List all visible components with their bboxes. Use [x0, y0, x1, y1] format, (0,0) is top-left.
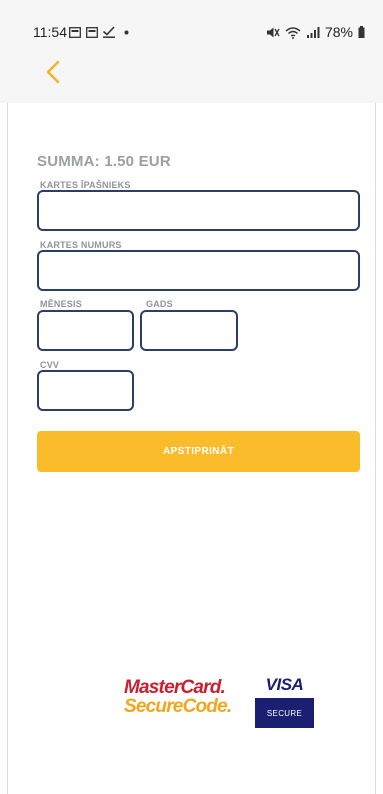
cardholder-label: KARTES ĪPAŠNIEKS: [40, 180, 131, 190]
left-frame-edge: [7, 0, 8, 794]
battery-percent: 78%: [324, 24, 353, 40]
wifi-icon: [285, 26, 301, 39]
visa-secure-badge: SECURE: [255, 698, 314, 728]
battery-icon: [358, 26, 365, 38]
top-bar: 11:54 78%: [0, 0, 383, 103]
month-input[interactable]: [37, 310, 134, 351]
status-bar: 11:54 78%: [0, 0, 383, 62]
chevron-left-icon: [46, 60, 60, 84]
month-label: MĒNESIS: [40, 299, 82, 309]
status-right-group: 78%: [266, 24, 365, 40]
status-time: 11:54: [33, 24, 67, 40]
payment-amount: SUMMA: 1.50 EUR: [37, 153, 171, 170]
card-number-input[interactable]: [37, 250, 360, 291]
confirm-button[interactable]: APSTIPRINĀT: [37, 431, 360, 472]
download-done-icon: [102, 26, 115, 38]
cvv-input[interactable]: [37, 370, 134, 411]
notification-dot-icon: [124, 30, 129, 35]
securecode-wordmark: SecureCode.: [124, 696, 232, 717]
gallery-notification-icon-2: [86, 27, 98, 38]
gallery-notification-icon: [69, 27, 81, 38]
signal-icon: [306, 27, 320, 38]
mute-icon: [266, 27, 280, 37]
mastercard-securecode-logo: MasterCard. SecureCode.: [124, 678, 242, 716]
mastercard-wordmark: MasterCard.: [124, 677, 226, 698]
visa-wordmark: VISA: [265, 675, 304, 694]
cvv-label: CVV: [40, 360, 60, 370]
cardholder-input[interactable]: [37, 190, 360, 231]
card-number-label: KARTES NUMURS: [40, 240, 122, 250]
back-button[interactable]: [40, 58, 70, 88]
year-input[interactable]: [140, 310, 238, 351]
verified-by-visa-logo: VISA SECURE: [255, 674, 314, 729]
right-frame-edge: [375, 0, 376, 794]
year-label: GADS: [146, 299, 173, 309]
